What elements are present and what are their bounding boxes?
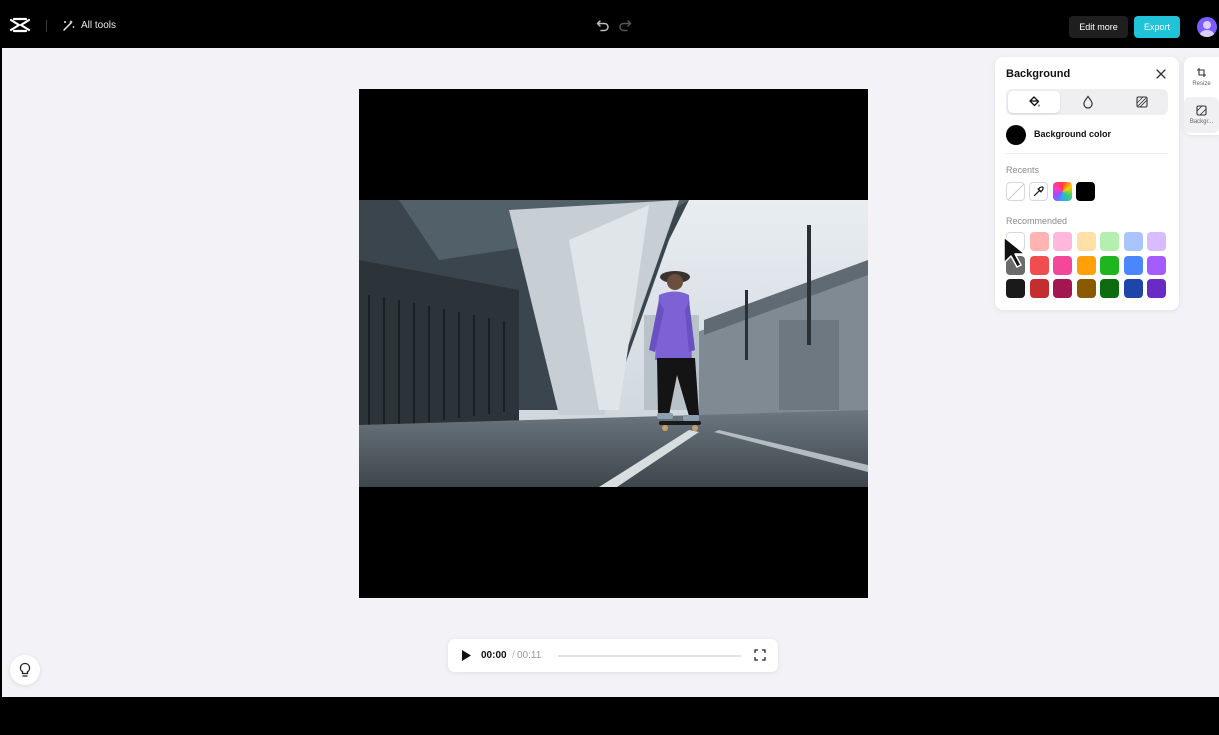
sidebar-item-label: Resize <box>1192 81 1211 87</box>
all-tools-button[interactable]: All tools <box>62 19 116 32</box>
paint-bucket-icon <box>1029 96 1040 107</box>
eyedropper-button[interactable] <box>1029 182 1048 201</box>
lightbulb-icon <box>19 662 31 677</box>
recommended-label: Recommended <box>1006 216 1068 226</box>
sidebar-item-background[interactable]: Backgr... <box>1184 97 1219 133</box>
current-time: 00:00 <box>481 650 507 661</box>
total-time: 00:11 <box>517 650 542 661</box>
capcut-logo-icon[interactable] <box>10 17 30 33</box>
time-separator: / <box>512 650 515 661</box>
background-panel: Background Background color Recents Reco… <box>995 57 1179 310</box>
mouse-cursor-icon <box>1003 236 1026 268</box>
edit-more-button[interactable]: Edit more <box>1069 16 1128 38</box>
canvas[interactable] <box>359 89 868 598</box>
sidebar-item-label: Backgr... <box>1189 119 1214 125</box>
play-icon[interactable] <box>460 649 472 662</box>
color-swatch[interactable] <box>1076 232 1096 251</box>
blur-drop-icon <box>1083 95 1093 109</box>
image-pattern-icon <box>1136 96 1148 108</box>
current-color-swatch[interactable] <box>1006 125 1026 145</box>
tab-color[interactable] <box>1008 91 1060 113</box>
color-swatch[interactable] <box>1029 255 1049 275</box>
no-color-swatch[interactable] <box>1006 182 1025 201</box>
color-swatch[interactable] <box>1123 232 1143 251</box>
resize-icon <box>1197 68 1206 77</box>
color-swatch[interactable] <box>1053 232 1072 251</box>
user-avatar-icon[interactable] <box>1197 17 1217 37</box>
background-color-label: Background color <box>1034 129 1112 139</box>
undo-icon[interactable] <box>596 18 610 32</box>
tab-blur[interactable] <box>1062 91 1114 113</box>
color-swatch[interactable] <box>1123 279 1143 298</box>
sidebar-item-resize[interactable]: Resize <box>1184 59 1219 95</box>
fullscreen-icon[interactable] <box>754 649 766 661</box>
color-swatch[interactable] <box>1053 255 1072 275</box>
color-swatch[interactable] <box>1147 255 1166 275</box>
magic-wand-icon <box>63 20 75 31</box>
color-swatch[interactable] <box>1100 232 1119 251</box>
redo-icon[interactable] <box>618 18 632 32</box>
all-tools-label: All tools <box>81 20 117 31</box>
background-icon <box>1196 105 1207 116</box>
tips-button[interactable] <box>10 655 40 685</box>
color-swatch[interactable] <box>1076 255 1096 275</box>
progress-bar[interactable] <box>558 655 741 657</box>
playback-controls: 00:00 / 00:11 <box>448 639 778 672</box>
color-swatch[interactable] <box>1006 279 1025 298</box>
color-swatch[interactable] <box>1100 279 1119 298</box>
color-swatch[interactable] <box>1053 279 1072 298</box>
rainbow-picker-icon[interactable] <box>1053 182 1072 201</box>
color-swatch[interactable] <box>1100 255 1119 275</box>
color-swatch[interactable] <box>1076 279 1096 298</box>
recent-color-swatch[interactable] <box>1076 182 1095 201</box>
divider <box>1006 153 1168 154</box>
color-swatch[interactable] <box>1029 279 1049 298</box>
side-rail: Resize Backgr... <box>1184 57 1219 135</box>
color-swatch[interactable] <box>1147 232 1166 251</box>
panel-title: Background <box>1006 68 1071 80</box>
eyedropper-icon <box>1033 186 1044 197</box>
export-button[interactable]: Export <box>1134 16 1180 38</box>
skateboarder-photo <box>359 200 868 487</box>
background-type-tabs <box>1006 89 1168 115</box>
tab-image[interactable] <box>1116 91 1168 113</box>
divider <box>46 20 47 32</box>
close-icon[interactable] <box>1155 68 1167 80</box>
color-swatch[interactable] <box>1147 279 1166 298</box>
color-swatch[interactable] <box>1123 255 1143 275</box>
top-bar: All tools Edit more Export <box>0 0 1219 48</box>
recents-label: Recents <box>1006 165 1040 175</box>
color-swatch[interactable] <box>1029 232 1049 251</box>
